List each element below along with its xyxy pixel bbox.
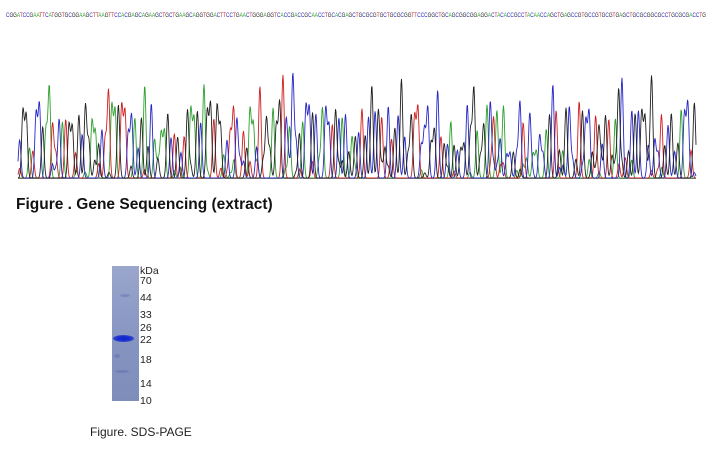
gel-lane [112, 266, 139, 401]
sequence-letters: CGGATCCGAATTCATGGTGCGGAAGCTTAAGTTCCACGAG… [6, 13, 706, 19]
figure-caption-sequencing: Figure . Gene Sequencing (extract) [16, 196, 273, 213]
figure-caption-sds-page: Figure. SDS-PAGE [90, 425, 192, 439]
sds-page-figure: kDa 70 44 33 26 22 18 14 10 [108, 257, 168, 407]
gel-faint-band [114, 354, 120, 358]
chromatogram [17, 72, 697, 179]
gel-marker-label: 70 [140, 275, 152, 287]
gel-marker-label: 22 [140, 334, 152, 346]
gel-marker-label: 14 [140, 378, 152, 390]
gel-marker-label: 33 [140, 309, 152, 321]
gel-faint-band [120, 294, 130, 297]
sequence-text: CGGATCCGAATTCATGGTGCGGAAGCTTAAGTTCCACGAG… [0, 9, 714, 19]
gel-marker-label: 10 [140, 395, 152, 407]
gel-faint-band [115, 370, 129, 373]
gel-marker-label: 44 [140, 292, 152, 304]
gel-main-band [113, 335, 134, 342]
gel-marker-label: 26 [140, 322, 152, 334]
gel-marker-label: 18 [140, 354, 152, 366]
